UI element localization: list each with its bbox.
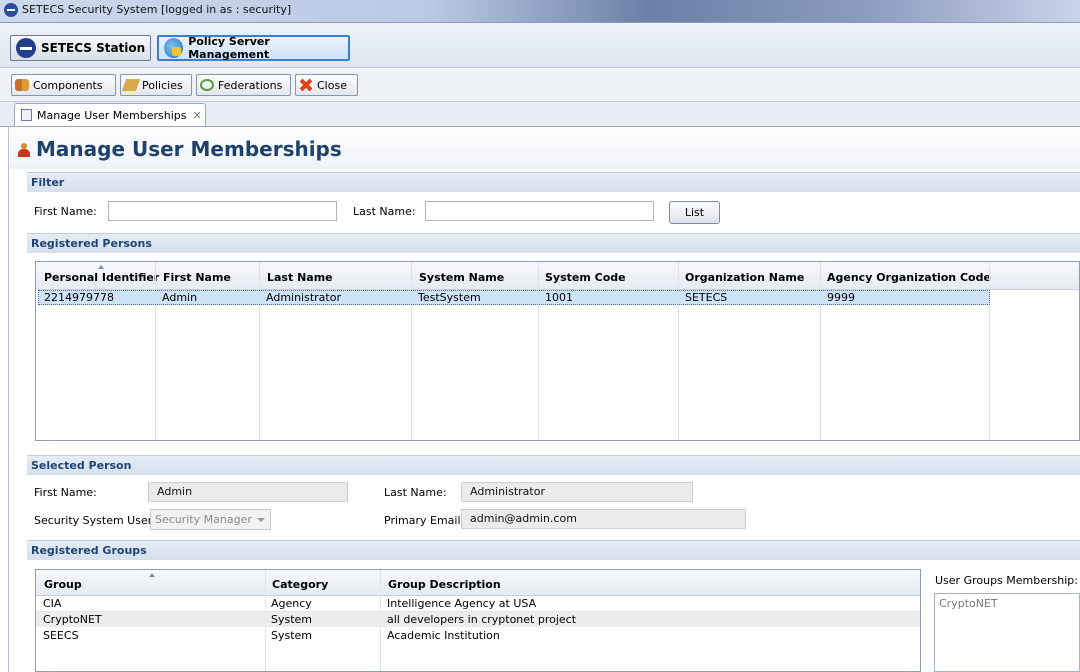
column-category[interactable]: Category xyxy=(272,578,328,591)
registered-persons-table: Personal Identifier First Name Last Name… xyxy=(35,261,1080,441)
close-button[interactable]: Close xyxy=(295,74,358,96)
column-first-name[interactable]: First Name xyxy=(163,271,231,284)
cell-group: CIA xyxy=(43,597,62,610)
table-row[interactable]: CIA Agency Intelligence Agency at USA xyxy=(36,596,920,611)
primary-email-label: Primary Email: xyxy=(384,514,465,527)
column-system-code[interactable]: System Code xyxy=(545,271,626,284)
security-system-user-label: Security System User: xyxy=(34,514,156,527)
setecs-logo-icon xyxy=(16,38,36,58)
tab-manage-user-memberships[interactable]: Manage User Memberships ✕ xyxy=(14,103,206,126)
federations-icon xyxy=(200,79,214,91)
components-button[interactable]: Components xyxy=(11,74,116,96)
globe-lock-icon xyxy=(164,38,184,58)
components-icon xyxy=(15,79,29,91)
close-icon xyxy=(299,79,313,91)
cell-group: CryptoNET xyxy=(43,613,102,626)
window-title-bar: SETECS Security System [logged in as : s… xyxy=(0,0,1080,23)
table-row[interactable]: SEECS System Academic Institution xyxy=(36,628,920,643)
selected-first-name-field: Admin xyxy=(148,482,348,502)
policy-server-management-label: Policy Server Management xyxy=(188,35,270,61)
document-icon xyxy=(21,109,32,121)
column-system-name[interactable]: System Name xyxy=(419,271,504,284)
table-row[interactable]: 2214979778 Admin Administrator TestSyste… xyxy=(38,290,990,305)
cell-group-description: all developers in cryptonet project xyxy=(387,613,577,626)
selected-last-name-label: Last Name: xyxy=(384,486,447,499)
policies-icon xyxy=(121,79,141,91)
federations-label: Federations xyxy=(218,78,283,92)
first-name-filter-label: First Name: xyxy=(34,205,97,218)
editor-border xyxy=(8,126,9,672)
editor-tab-label: Manage User Memberships xyxy=(37,108,187,122)
registered-groups-table: Group Category Group Description CIA Age… xyxy=(35,569,921,672)
filter-section-header: Filter xyxy=(27,172,1080,192)
selected-person-section-header: Selected Person xyxy=(27,455,1080,475)
cell-group-description: Intelligence Agency at USA xyxy=(387,597,537,610)
page-title: Manage User Memberships xyxy=(36,137,342,161)
security-system-user-select[interactable]: Security Manager xyxy=(150,509,271,530)
cell-system-code: 1001 xyxy=(545,291,573,304)
cell-category: System xyxy=(271,629,313,642)
registered-groups-section-header: Registered Groups xyxy=(27,540,1080,560)
column-group[interactable]: Group xyxy=(44,578,82,591)
user-groups-membership-list[interactable]: CryptoNET xyxy=(934,593,1080,672)
sort-ascending-icon xyxy=(149,573,155,577)
cell-category: Agency xyxy=(271,597,312,610)
column-group-description[interactable]: Group Description xyxy=(388,578,501,591)
window-title: SETECS Security System [logged in as : s… xyxy=(22,3,292,16)
registered-persons-section-header: Registered Persons xyxy=(27,233,1080,253)
federations-button[interactable]: Federations xyxy=(196,74,291,96)
setecs-station-label: SETECS Station xyxy=(41,41,146,55)
cell-organization-name: SETECS xyxy=(685,291,728,304)
cell-last-name: Administrator xyxy=(266,291,341,304)
user-icon xyxy=(18,143,30,157)
cell-first-name: Admin xyxy=(162,291,198,304)
column-personal-identifier[interactable]: Personal Identifier xyxy=(44,271,159,284)
primary-email-field: admin@admin.com xyxy=(461,509,746,529)
policies-label: Policies xyxy=(142,78,183,92)
cell-system-name: TestSystem xyxy=(418,291,481,304)
selected-first-name-label: First Name: xyxy=(34,486,97,499)
first-name-filter-input[interactable] xyxy=(108,201,337,221)
column-organization-name[interactable]: Organization Name xyxy=(685,271,804,284)
user-groups-membership-label: User Groups Membership: xyxy=(935,574,1078,587)
cell-group: SEECS xyxy=(43,629,79,642)
policies-button[interactable]: Policies xyxy=(120,74,192,96)
last-name-filter-input[interactable] xyxy=(425,201,654,221)
cell-personal-identifier: 2214979778 xyxy=(44,291,114,304)
close-label: Close xyxy=(317,78,347,92)
cell-agency-organization-code: 9999 xyxy=(827,291,855,304)
components-label: Components xyxy=(33,78,103,92)
setecs-station-tab[interactable]: SETECS Station xyxy=(10,35,151,61)
table-row[interactable]: CryptoNET System all developers in crypt… xyxy=(36,612,920,627)
policy-server-management-tab[interactable]: Policy Server Management xyxy=(157,35,350,61)
security-system-user-value: Security Manager xyxy=(155,513,252,526)
list-item[interactable]: CryptoNET xyxy=(939,597,1079,610)
selected-last-name-field: Administrator xyxy=(461,482,693,502)
column-last-name[interactable]: Last Name xyxy=(267,271,333,284)
app-logo-icon xyxy=(4,3,18,17)
last-name-filter-label: Last Name: xyxy=(353,205,416,218)
cell-group-description: Academic Institution xyxy=(387,629,500,642)
cell-category: System xyxy=(271,613,313,626)
column-agency-organization-code[interactable]: Agency Organization Code xyxy=(827,271,991,284)
tab-close-icon[interactable]: ✕ xyxy=(192,109,201,122)
chevron-down-icon xyxy=(257,518,265,522)
sort-ascending-icon xyxy=(98,265,104,269)
list-button[interactable]: List xyxy=(669,201,720,224)
